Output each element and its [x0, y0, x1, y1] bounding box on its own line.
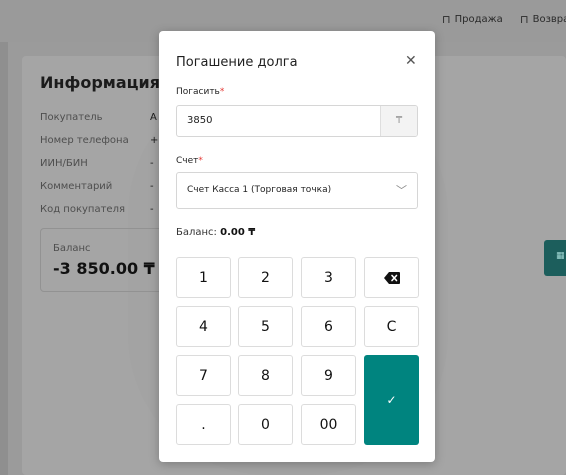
nav-return[interactable]: ⊓ Возвра — [520, 13, 566, 26]
field-value-customer: A — [150, 112, 157, 123]
key-9[interactable]: 9 — [301, 355, 356, 396]
return-icon: ⊓ — [520, 13, 529, 26]
customer-info-title: Информация о — [40, 73, 177, 92]
account-label-text: Счет — [176, 156, 199, 166]
customer-balance-card: Баланс -3 850.00 ₸ — [40, 228, 172, 292]
field-label-customer-code: Код покупателя — [40, 204, 125, 215]
key-6[interactable]: 6 — [301, 306, 356, 347]
close-icon[interactable]: ✕ — [405, 53, 417, 69]
nav-sale-label: Продажа — [454, 14, 503, 25]
field-label-iin: ИИН/БИН — [40, 158, 88, 169]
key-8[interactable]: 8 — [238, 355, 293, 396]
account-balance: Баланс: 0.00 ₸ — [176, 227, 255, 238]
key-7[interactable]: 7 — [176, 355, 231, 396]
confirm-button[interactable]: ✓ — [364, 355, 419, 445]
field-value-phone: + — [150, 135, 159, 146]
nav-return-label: Возвра — [532, 14, 566, 25]
box-icon: ⊓ — [442, 13, 451, 26]
key-00[interactable]: 00 — [301, 404, 356, 445]
repay-debt-modal: Погашение долга ✕ Погасить* 3850 ₸ Счет*… — [159, 31, 435, 462]
field-label-comment: Комментарий — [40, 181, 113, 192]
field-label-phone: Номер телефона — [40, 135, 129, 146]
amount-input[interactable]: 3850 ₸ — [176, 105, 418, 137]
pay-label-text: Погасить — [176, 87, 220, 97]
key-dot[interactable]: . — [176, 404, 231, 445]
nav-sale[interactable]: ⊓ Продажа — [442, 13, 503, 26]
currency-suffix: ₸ — [380, 106, 417, 136]
account-select[interactable]: Счет Касса 1 (Торговая точка) ﹀ — [176, 172, 418, 209]
key-0[interactable]: 0 — [238, 404, 293, 445]
check-icon: ✓ — [386, 393, 397, 407]
field-value-iin: - — [150, 158, 154, 169]
chevron-down-icon: ﹀ — [396, 184, 407, 197]
field-value-customer-code: - — [150, 204, 154, 215]
account-balance-value: 0.00 ₸ — [220, 227, 256, 238]
grid-icon: ▦ — [556, 251, 565, 261]
key-4[interactable]: 4 — [176, 306, 231, 347]
required-mark: * — [219, 87, 225, 97]
key-5[interactable]: 5 — [238, 306, 293, 347]
key-1[interactable]: 1 — [176, 257, 231, 298]
customer-balance-label: Баланс — [53, 243, 91, 254]
account-balance-label: Баланс: — [176, 227, 217, 238]
backspace-button[interactable] — [364, 257, 419, 298]
key-2[interactable]: 2 — [238, 257, 293, 298]
key-clear[interactable]: C — [364, 306, 419, 347]
account-selected-value: Счет Касса 1 (Торговая точка) — [187, 185, 332, 195]
field-label-customer: Покупатель — [40, 112, 103, 123]
customer-balance-value: -3 850.00 ₸ — [53, 259, 155, 278]
modal-title: Погашение долга — [176, 55, 298, 70]
side-action-button[interactable]: ▦ — [544, 240, 566, 276]
amount-value: 3850 — [187, 115, 213, 126]
account-label: Счет* — [176, 156, 203, 166]
backspace-icon — [383, 271, 400, 284]
field-value-comment: - — [150, 181, 154, 192]
required-mark: * — [198, 156, 203, 166]
pay-label: Погасить* — [176, 87, 224, 97]
key-3[interactable]: 3 — [301, 257, 356, 298]
